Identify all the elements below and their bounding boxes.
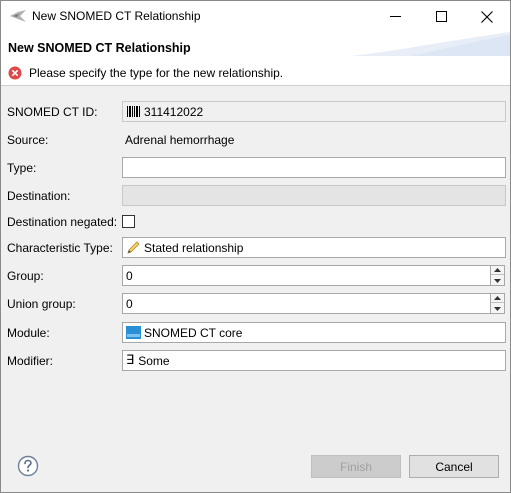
row-source: Source: Adrenal hemorrhage	[1, 129, 510, 151]
modifier-field[interactable]: ∃ Some	[122, 350, 506, 371]
minimize-button[interactable]	[372, 1, 418, 32]
window-title: New SNOMED CT Relationship	[32, 9, 201, 23]
cancel-label: Cancel	[435, 459, 473, 474]
cancel-button[interactable]: Cancel	[409, 455, 499, 478]
arrow-up-icon	[494, 296, 501, 300]
minimize-icon	[389, 16, 401, 17]
type-label: Type:	[7, 161, 37, 175]
dialog-header: New SNOMED CT Relationship Please specif…	[1, 32, 510, 86]
union-group-input[interactable]: 0	[122, 293, 491, 314]
dialog-title: New SNOMED CT Relationship	[8, 41, 191, 55]
dialog-window: New SNOMED CT Relationship New SNOMED CT…	[0, 0, 511, 493]
dialog-footer: Finish Cancel	[1, 441, 510, 492]
module-icon	[126, 326, 141, 339]
module-label: Module:	[7, 326, 50, 340]
snomed-id-field: 311412022	[122, 101, 506, 122]
group-label: Group:	[7, 269, 44, 283]
row-union-group: Union group: 0	[1, 293, 510, 315]
module-value: SNOMED CT core	[144, 325, 243, 340]
module-field[interactable]: SNOMED CT core	[122, 322, 506, 343]
union-group-value: 0	[126, 296, 133, 311]
source-value: Adrenal hemorrhage	[125, 132, 235, 147]
title-bar: New SNOMED CT Relationship	[1, 1, 510, 32]
arrow-down-icon	[494, 278, 501, 283]
error-message: Please specify the type for the new rela…	[29, 66, 284, 80]
destination-label: Destination:	[7, 189, 71, 203]
maximize-button[interactable]	[418, 1, 464, 32]
modifier-value: Some	[138, 353, 170, 368]
group-spinner[interactable]	[490, 265, 505, 286]
row-type: Type:	[1, 157, 510, 179]
characteristic-type-value: Stated relationship	[144, 240, 244, 255]
row-group: Group: 0	[1, 265, 510, 287]
union-group-spin-up[interactable]	[491, 294, 504, 303]
arrow-up-icon	[494, 268, 501, 272]
exists-icon: ∃	[126, 353, 135, 368]
close-button[interactable]	[464, 1, 510, 32]
pencil-icon	[127, 241, 140, 254]
snomed-id-value: 311412022	[144, 104, 204, 119]
snomed-id-label: SNOMED CT ID:	[7, 105, 98, 119]
group-input[interactable]: 0	[122, 265, 491, 286]
finish-label: Finish	[339, 459, 372, 474]
union-group-label: Union group:	[7, 297, 76, 311]
close-icon	[481, 10, 493, 23]
source-label: Source:	[7, 133, 49, 147]
banner-decoration	[350, 32, 510, 56]
type-input[interactable]	[122, 157, 506, 178]
row-module: Module: SNOMED CT core	[1, 322, 510, 344]
row-modifier: Modifier: ∃ Some	[1, 350, 510, 372]
destination-negated-checkbox[interactable]	[122, 215, 135, 228]
union-group-spin-down[interactable]	[491, 304, 504, 313]
help-icon[interactable]	[17, 455, 39, 477]
row-characteristic-type: Characteristic Type: Stated relationship	[1, 237, 510, 259]
row-destination-negated: Destination negated:	[1, 211, 510, 233]
destination-input	[122, 185, 506, 206]
row-snomed-id: SNOMED CT ID: 311412022	[1, 101, 510, 123]
characteristic-type-label: Characteristic Type:	[7, 241, 113, 255]
modifier-label: Modifier:	[7, 354, 54, 368]
group-spin-up[interactable]	[491, 266, 504, 275]
snomed-logo-icon	[10, 10, 26, 22]
arrow-down-icon	[494, 306, 501, 311]
barcode-icon	[127, 106, 140, 117]
destination-negated-label: Destination negated:	[7, 215, 118, 229]
source-field: Adrenal hemorrhage	[122, 129, 506, 150]
maximize-icon	[435, 11, 447, 22]
characteristic-type-field[interactable]: Stated relationship	[122, 237, 506, 258]
finish-button[interactable]: Finish	[311, 455, 401, 478]
group-value: 0	[126, 268, 133, 283]
error-icon	[8, 66, 22, 80]
group-spin-down[interactable]	[491, 276, 504, 285]
union-group-spinner[interactable]	[490, 293, 505, 314]
row-destination: Destination:	[1, 185, 510, 207]
